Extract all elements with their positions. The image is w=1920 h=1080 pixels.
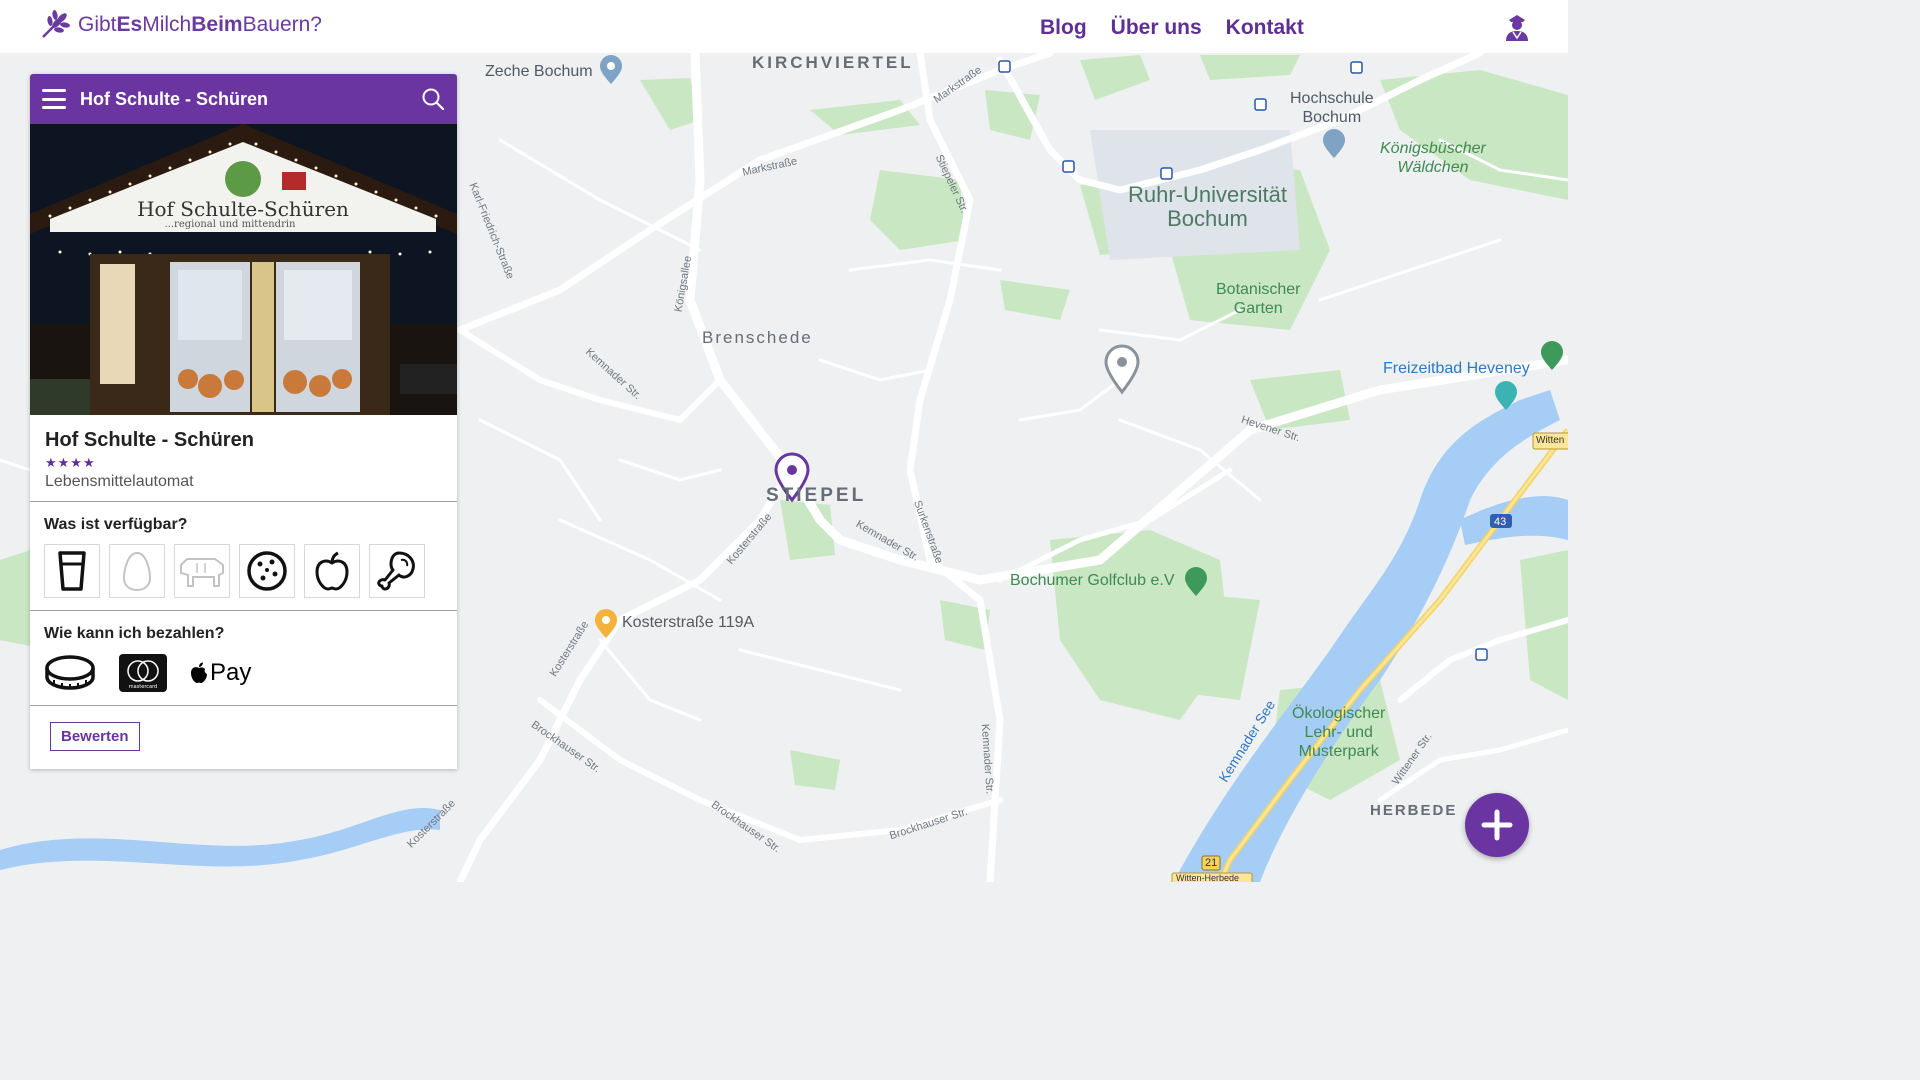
- label-kirchviertel: KIRCHVIERTEL: [752, 53, 914, 72]
- apple-logo-icon: [191, 662, 207, 683]
- location-name: Hof Schulte - Schüren: [45, 429, 254, 451]
- panel-header-title: Hof Schulte - Schüren: [80, 88, 269, 109]
- coin-icon: [45, 655, 95, 690]
- label-oekologischer-park: Ökologischer Lehr- und Musterpark: [1292, 705, 1386, 760]
- mastercard-label: mastercard: [129, 684, 157, 690]
- label-brenschede: Brenschede: [702, 328, 813, 347]
- meat-leg-icon: [377, 551, 415, 591]
- rating-stars: ★★★★: [45, 455, 96, 470]
- main-nav: Blog Über uns Kontakt: [1040, 16, 1304, 40]
- product-egg[interactable]: [109, 544, 165, 598]
- mastercard-icon: mastercard: [119, 654, 167, 692]
- add-location-button[interactable]: [1465, 793, 1529, 857]
- label-koenigsbuescher: Königsbüscher Wäldchen: [1380, 140, 1486, 176]
- payment-heading: Wie kann ich bezahlen?: [44, 625, 225, 642]
- wheat-logo-icon: [42, 10, 70, 38]
- rate-button[interactable]: Bewerten: [50, 722, 140, 751]
- product-cookie[interactable]: [239, 544, 295, 598]
- label-a43: 43: [1494, 516, 1507, 528]
- products-section: Was ist verfügbar?: [30, 502, 457, 611]
- location-info: Hof Schulte - Schüren ★★★★ Lebensmittela…: [30, 415, 457, 502]
- nav-about[interactable]: Über uns: [1111, 16, 1202, 40]
- label-witten-herbede: Witten-Herbede: [1176, 873, 1240, 882]
- label-zeche-bochum: Zeche Bochum: [485, 63, 593, 80]
- product-apple[interactable]: [304, 544, 360, 598]
- cow-icon: [180, 558, 224, 587]
- location-type: Lebensmittelautomat: [45, 473, 194, 490]
- site-logo[interactable]: GibtEsMilchBeimBauern?: [40, 8, 322, 42]
- product-meat[interactable]: [369, 544, 425, 598]
- nav-blog[interactable]: Blog: [1040, 16, 1087, 40]
- logo-text: GibtEsMilchBeimBauern?: [78, 13, 322, 36]
- payment-list: mastercard Pay: [44, 653, 444, 693]
- cookie-icon: [247, 551, 287, 591]
- label-rub: Ruhr-Universität Bochum: [1128, 182, 1287, 231]
- apple-pay-label: Pay: [210, 659, 252, 686]
- photo-sign-subtitle: ...regional und mittendrin: [165, 219, 297, 230]
- apple-pay-icon: Pay: [190, 659, 251, 687]
- label-witten: Witten: [1536, 435, 1565, 446]
- label-kosterstrasse-119a: Kosterstraße 119A: [622, 614, 755, 631]
- label-hochschule: Hochschule Bochum: [1290, 90, 1374, 126]
- hamburger-menu-icon[interactable]: [42, 89, 66, 109]
- label-b21: 21: [1205, 857, 1218, 869]
- photo-sign-text: Hof Schulte-Schüren: [137, 197, 349, 221]
- products-heading: Was ist verfügbar?: [44, 516, 188, 533]
- apple-icon: [315, 551, 349, 591]
- top-bar: GibtEsMilchBeimBauern? Blog Über uns Kon…: [0, 0, 1568, 53]
- product-milk[interactable]: [44, 544, 100, 598]
- label-stiepel: STIEPEL: [766, 485, 867, 506]
- nav-contact[interactable]: Kontakt: [1226, 16, 1304, 40]
- panel-header: Hof Schulte - Schüren: [30, 74, 457, 124]
- egg-icon: [122, 551, 152, 592]
- label-golfclub: Bochumer Golfclub e.V: [1010, 572, 1175, 589]
- plus-icon: [1481, 809, 1513, 841]
- panel-actions: Bewerten: [30, 706, 457, 769]
- farmer-user-icon[interactable]: [1502, 12, 1532, 42]
- milk-glass-icon: [58, 551, 86, 591]
- label-herbede: HERBEDE: [1370, 802, 1458, 819]
- payment-section: Wie kann ich bezahlen? mastercard Pay: [30, 611, 457, 706]
- location-photo[interactable]: Hof Schulte-Schüren ...regional und mitt…: [30, 124, 457, 415]
- label-freizeitbad: Freizeitbad Heveney: [1383, 360, 1530, 377]
- location-panel: Hof Schulte - Schüren Hof Schulte-Schüre…: [30, 74, 457, 769]
- product-cow[interactable]: [174, 544, 230, 598]
- label-botanischer-garten: Botanischer Garten: [1216, 281, 1301, 317]
- search-icon[interactable]: [421, 87, 445, 111]
- product-list: [44, 544, 444, 598]
